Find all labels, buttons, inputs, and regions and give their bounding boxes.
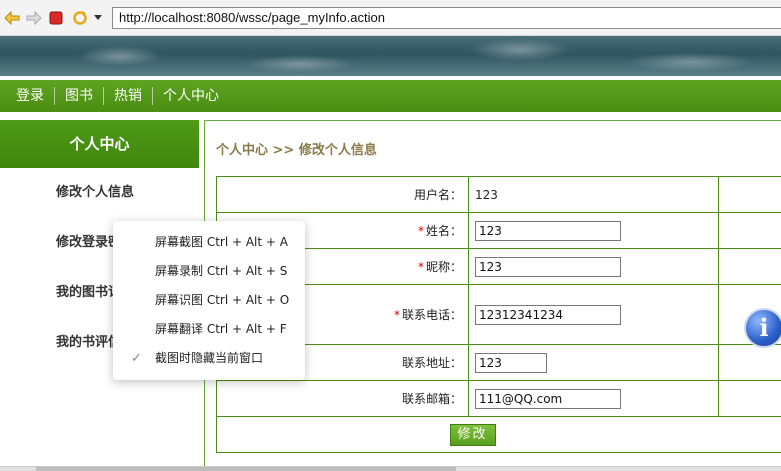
form-row-username: 用户名： 123	[216, 176, 781, 213]
realname-input[interactable]: 123	[475, 220, 621, 241]
nav-item-personal-center[interactable]: 个人中心	[153, 80, 229, 112]
forward-icon[interactable]	[26, 10, 42, 26]
scrollbar-thumb[interactable]	[36, 467, 456, 471]
menu-item-screen-record[interactable]: 屏幕录制 Ctrl + Alt + S	[113, 257, 305, 286]
sidebar-item-edit-info[interactable]: 修改个人信息	[0, 168, 199, 218]
phone-input[interactable]: 12312341234	[475, 304, 621, 325]
email-label: 联系邮箱：	[216, 380, 469, 417]
form-cell-empty	[718, 176, 781, 213]
menu-item-label: 截图时隐藏当前窗口	[155, 351, 264, 365]
submit-cell: 修改	[216, 416, 781, 453]
refresh-icon[interactable]	[72, 10, 88, 26]
menu-item-hide-window[interactable]: ✓ 截图时隐藏当前窗口	[113, 344, 305, 373]
nav-item-bestsellers[interactable]: 热销	[104, 80, 152, 112]
banner-image	[0, 36, 781, 76]
username-value: 123	[475, 187, 498, 202]
username-label: 用户名：	[216, 176, 469, 213]
menu-item-screen-translate[interactable]: 屏幕翻译 Ctrl + Alt + F	[113, 315, 305, 344]
form-cell-empty	[718, 212, 781, 249]
horizontal-scrollbar[interactable]	[0, 466, 781, 471]
main-nav: 登录 图书 热销 个人中心	[0, 80, 781, 112]
context-menu: 屏幕截图 Ctrl + Alt + A 屏幕录制 Ctrl + Alt + S …	[113, 221, 305, 380]
sidebar-title: 个人中心	[0, 120, 199, 168]
page: http://localhost:8080/wssc/page_myInfo.a…	[0, 0, 781, 471]
submit-button[interactable]: 修改	[449, 423, 496, 446]
back-icon[interactable]	[4, 10, 20, 26]
form-row-submit: 修改	[216, 416, 781, 453]
checkmark-icon: ✓	[131, 351, 142, 366]
required-mark: *	[417, 260, 424, 274]
email-input[interactable]: 111@QQ.com	[475, 388, 621, 409]
info-icon[interactable]: i	[744, 308, 781, 348]
form-cell-empty	[718, 248, 781, 285]
form-cell-empty	[718, 380, 781, 417]
nav-item-login[interactable]: 登录	[6, 80, 54, 112]
stop-icon[interactable]	[48, 10, 64, 26]
address-bar[interactable]: http://localhost:8080/wssc/page_myInfo.a…	[112, 7, 781, 29]
menu-item-screen-ocr[interactable]: 屏幕识图 Ctrl + Alt + O	[113, 286, 305, 315]
menu-item-screenshot[interactable]: 屏幕截图 Ctrl + Alt + A	[113, 228, 305, 257]
nickname-input[interactable]: 123	[475, 256, 621, 277]
address-input[interactable]: 123	[475, 352, 547, 373]
required-mark: *	[393, 308, 400, 322]
nav-item-books[interactable]: 图书	[55, 80, 103, 112]
breadcrumb: 个人中心 >> 修改个人信息	[216, 143, 377, 158]
form-row-email: 联系邮箱： 111@QQ.com	[216, 380, 781, 417]
dropdown-arrow-icon[interactable]	[92, 10, 104, 26]
required-mark: *	[417, 224, 424, 238]
form-cell-empty	[718, 344, 781, 381]
browser-toolbar: http://localhost:8080/wssc/page_myInfo.a…	[0, 0, 781, 36]
